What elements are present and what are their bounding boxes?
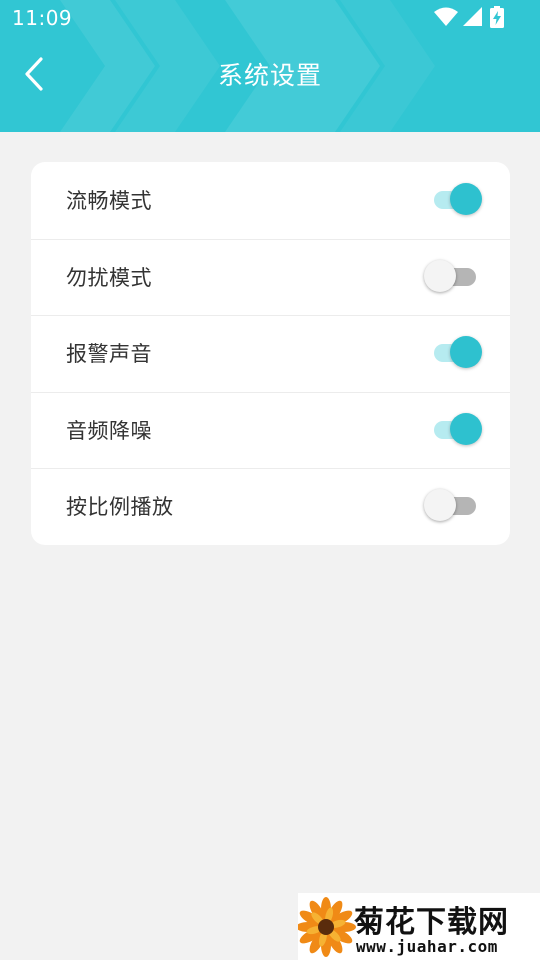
settings-card: 流畅模式勿扰模式报警声音音频降噪按比例播放: [31, 162, 510, 545]
watermark-url: www.juahar.com: [356, 937, 498, 956]
setting-row: 流畅模式: [31, 162, 510, 238]
flower-logo-icon: [298, 897, 356, 957]
page-title: 系统设置: [217, 61, 322, 90]
setting-row: 勿扰模式: [31, 239, 510, 315]
watermark-brand: 菊花下载网: [354, 905, 509, 940]
toggle-thumb: [450, 413, 482, 445]
battery-charging-icon: [490, 6, 504, 28]
setting-row: 按比例播放: [31, 468, 510, 544]
setting-label: 报警声音: [66, 342, 152, 366]
setting-toggle[interactable]: [428, 335, 482, 369]
app-header: 11:09 系统设置: [0, 0, 540, 132]
setting-label: 按比例播放: [66, 495, 174, 519]
status-time: 11:09: [12, 6, 73, 30]
setting-toggle[interactable]: [428, 412, 482, 446]
wifi-icon: [434, 7, 458, 26]
watermark: 菊花下载网 www.juahar.com: [298, 893, 540, 960]
setting-label: 流畅模式: [66, 189, 152, 213]
toggle-thumb: [450, 183, 482, 215]
setting-toggle[interactable]: [424, 259, 482, 293]
setting-label: 勿扰模式: [66, 266, 152, 290]
setting-row: 报警声音: [31, 315, 510, 391]
setting-toggle[interactable]: [424, 488, 482, 522]
setting-toggle[interactable]: [428, 182, 482, 216]
setting-label: 音频降噪: [66, 419, 152, 443]
status-bar: 11:09: [0, 0, 540, 36]
setting-row: 音频降噪: [31, 392, 510, 468]
signal-icon: [463, 7, 482, 26]
toggle-thumb: [424, 489, 456, 521]
toggle-thumb: [424, 260, 456, 292]
toggle-thumb: [450, 336, 482, 368]
